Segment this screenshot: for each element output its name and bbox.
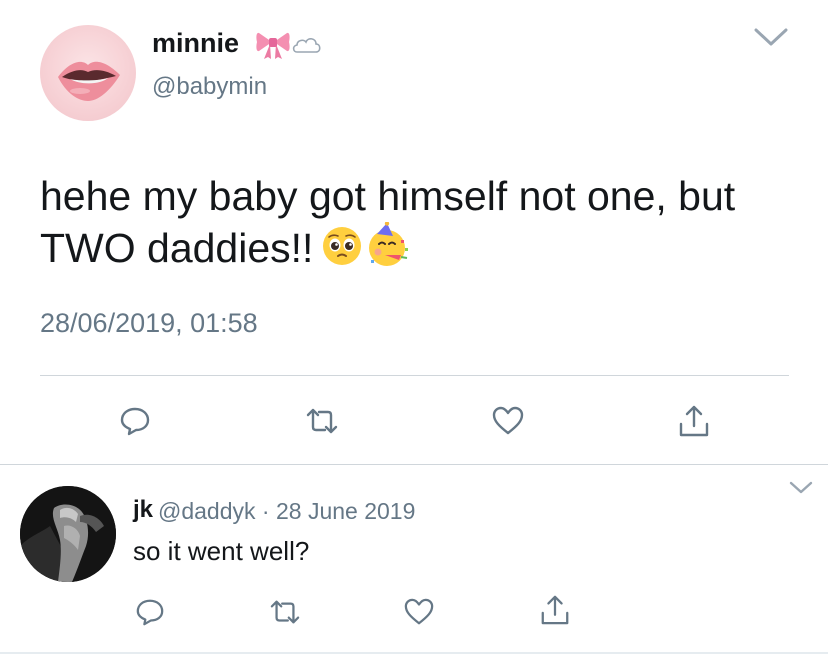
like-icon[interactable]: [488, 401, 528, 441]
share-icon[interactable]: [535, 590, 575, 630]
reply-display-name[interactable]: jk: [133, 496, 153, 524]
divider: [0, 464, 828, 465]
divider: [40, 375, 789, 376]
reply-icon[interactable]: [115, 401, 155, 441]
retweet-icon[interactable]: [302, 401, 342, 441]
reply-icon[interactable]: [130, 592, 170, 632]
partying-face-emoji: [369, 221, 409, 267]
name-emojis: [255, 28, 323, 65]
share-icon[interactable]: [674, 401, 714, 441]
pleading-face-emoji: [323, 227, 362, 266]
reply-text: so it went well?: [133, 536, 310, 566]
retweet-icon[interactable]: [265, 592, 305, 632]
handle[interactable]: @babymin: [152, 73, 267, 101]
display-name[interactable]: minnie: [152, 28, 239, 59]
avatar-photo: [20, 486, 116, 582]
timestamp[interactable]: 28/06/2019, 01:58: [40, 308, 258, 339]
ribbon-emoji: [256, 32, 290, 59]
tweet-text: hehe my baby got himself not one, but TW…: [40, 170, 800, 280]
cloud-emoji: [292, 38, 321, 53]
reply-handle[interactable]: @daddyk: [158, 498, 256, 524]
chevron-down-icon[interactable]: [753, 27, 789, 52]
reply-date[interactable]: 28 June 2019: [276, 498, 415, 524]
avatar[interactable]: [20, 486, 116, 582]
like-icon[interactable]: [399, 592, 439, 632]
reply-meta: @daddyk · 28 June 2019: [158, 498, 415, 525]
tweet-emojis: [321, 221, 413, 280]
avatar[interactable]: [40, 25, 136, 121]
lips-avatar-image: [58, 61, 120, 101]
separator-dot: ·: [261, 498, 270, 524]
chevron-down-icon[interactable]: [788, 480, 814, 501]
